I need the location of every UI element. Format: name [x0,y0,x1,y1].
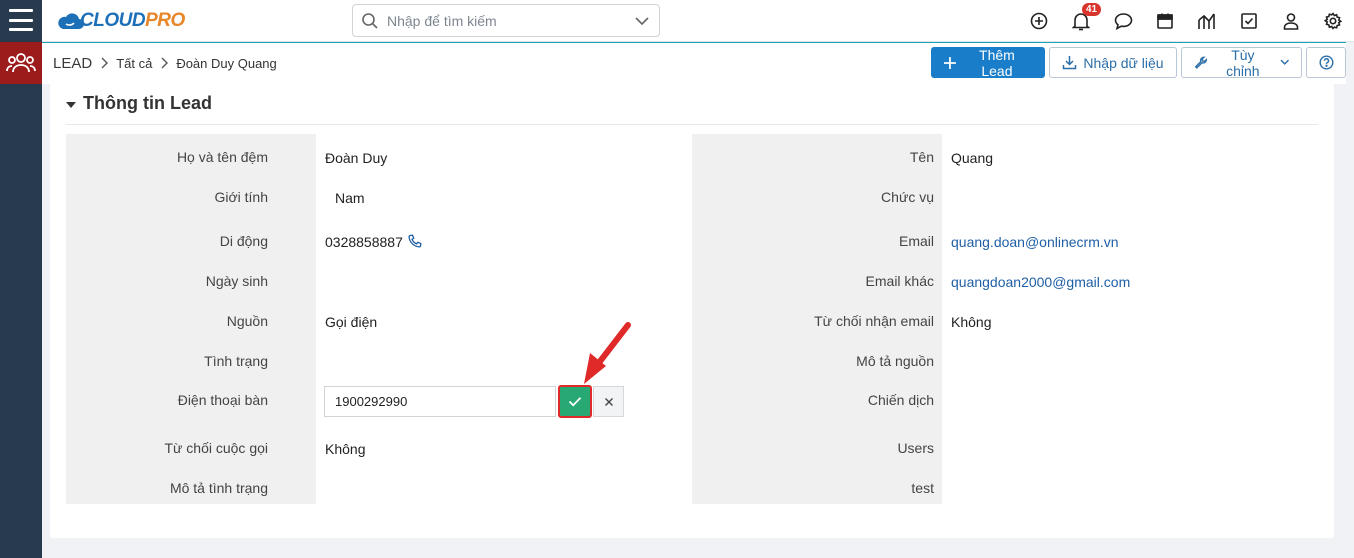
field-value[interactable]: Không [325,441,365,457]
office-phone-input[interactable] [324,386,556,417]
search-input[interactable] [387,12,635,29]
action-buttons: Thêm Lead Nhập dữ liệu Tùy chỉnh [931,47,1346,79]
top-bar: CLOUDPRO 41 [42,0,1354,42]
search-box[interactable] [352,4,660,37]
save-field-button[interactable] [558,385,592,418]
cloudpro-logo[interactable]: CLOUDPRO [56,7,185,35]
wrench-icon [1194,56,1208,69]
field-label: Di động [219,233,268,249]
chat-icon[interactable] [1102,0,1144,42]
field-value[interactable]: quang.doan@onlinecrm.vn [951,234,1119,250]
add-icon[interactable] [1018,0,1060,42]
field-label: test [911,480,934,496]
chevron-down-icon[interactable] [635,16,649,26]
breadcrumb-record: Đoàn Duy Quang [176,55,277,71]
field-label: Mô tả tình trạng [169,480,268,496]
field-label: Users [897,440,934,456]
field-value[interactable]: Đoàn Duy [325,150,387,166]
chevron-right-icon [160,57,169,69]
field-value[interactable]: quangdoan2000@gmail.com [951,274,1130,290]
breadcrumb-bar: LEAD Tất cả Đoàn Duy Quang Thêm Lead Nhậ… [42,42,1346,84]
section-title: Thông tin Lead [83,93,212,113]
chevron-right-icon [100,57,109,69]
import-data-button[interactable]: Nhập dữ liệu [1049,47,1177,78]
top-icon-bar: 41 [1018,0,1354,42]
field-value[interactable]: Nam [335,190,365,206]
field-label: Nguồn [226,313,268,329]
phone-call-icon[interactable] [407,234,422,249]
field-label: Tình trạng [204,353,268,369]
help-icon [1318,55,1334,70]
field-label: Chức vụ [881,189,934,205]
field-label: Email khác [865,273,934,289]
field-label: Tên [909,149,934,165]
field-label: Họ và tên đệm [176,149,268,165]
report-icon[interactable] [1186,0,1228,42]
field-label: Từ chối cuộc gọi [164,440,268,456]
bell-icon[interactable]: 41 [1060,0,1102,42]
cancel-field-button[interactable] [593,386,624,417]
field-label: Giới tính [214,189,268,205]
download-icon [1063,56,1077,70]
add-lead-button[interactable]: Thêm Lead [931,47,1045,79]
breadcrumb-module[interactable]: LEAD [53,55,92,72]
chevron-down-icon [1279,59,1289,65]
breadcrumb-filter[interactable]: Tất cả [116,56,152,71]
field-label: Chiến dịch [867,392,934,408]
caret-down-icon [66,101,76,108]
menu-icon[interactable] [9,9,33,31]
user-icon[interactable] [1270,0,1312,42]
close-icon [604,397,613,406]
field-value[interactable]: 0328858887 [325,234,403,250]
logo-text: CLOUDPRO [80,10,185,31]
left-rail [0,0,42,558]
field-value[interactable]: Quang [951,150,993,166]
task-icon[interactable] [1228,0,1270,42]
section-header[interactable]: Thông tin Lead [66,93,212,114]
field-label: Mô tả nguồn [856,353,934,369]
help-button[interactable] [1306,47,1346,78]
check-icon [568,397,582,407]
email-link[interactable]: quang.doan@onlinecrm.vn [951,234,1119,250]
breadcrumb: LEAD Tất cả Đoàn Duy Quang [53,43,277,83]
field-label: Điện thoại bàn [177,392,268,408]
gear-icon[interactable] [1312,0,1354,42]
leads-module-icon[interactable] [0,42,42,84]
field-value[interactable]: Gọi điện [325,314,377,330]
field-label: Từ chối nhận email [814,313,934,329]
field-value[interactable]: Không [951,314,991,330]
search-icon [362,12,378,29]
calendar-icon[interactable] [1144,0,1186,42]
field-label: Email [898,233,934,249]
page-scrollbar[interactable] [1346,42,1354,558]
email-link[interactable]: quangdoan2000@gmail.com [951,274,1130,290]
notification-badge: 41 [1082,3,1102,16]
field-label: Ngày sinh [205,273,268,289]
section-divider [66,124,1318,125]
customize-button[interactable]: Tùy chỉnh [1181,47,1302,79]
plus-icon [944,56,956,69]
